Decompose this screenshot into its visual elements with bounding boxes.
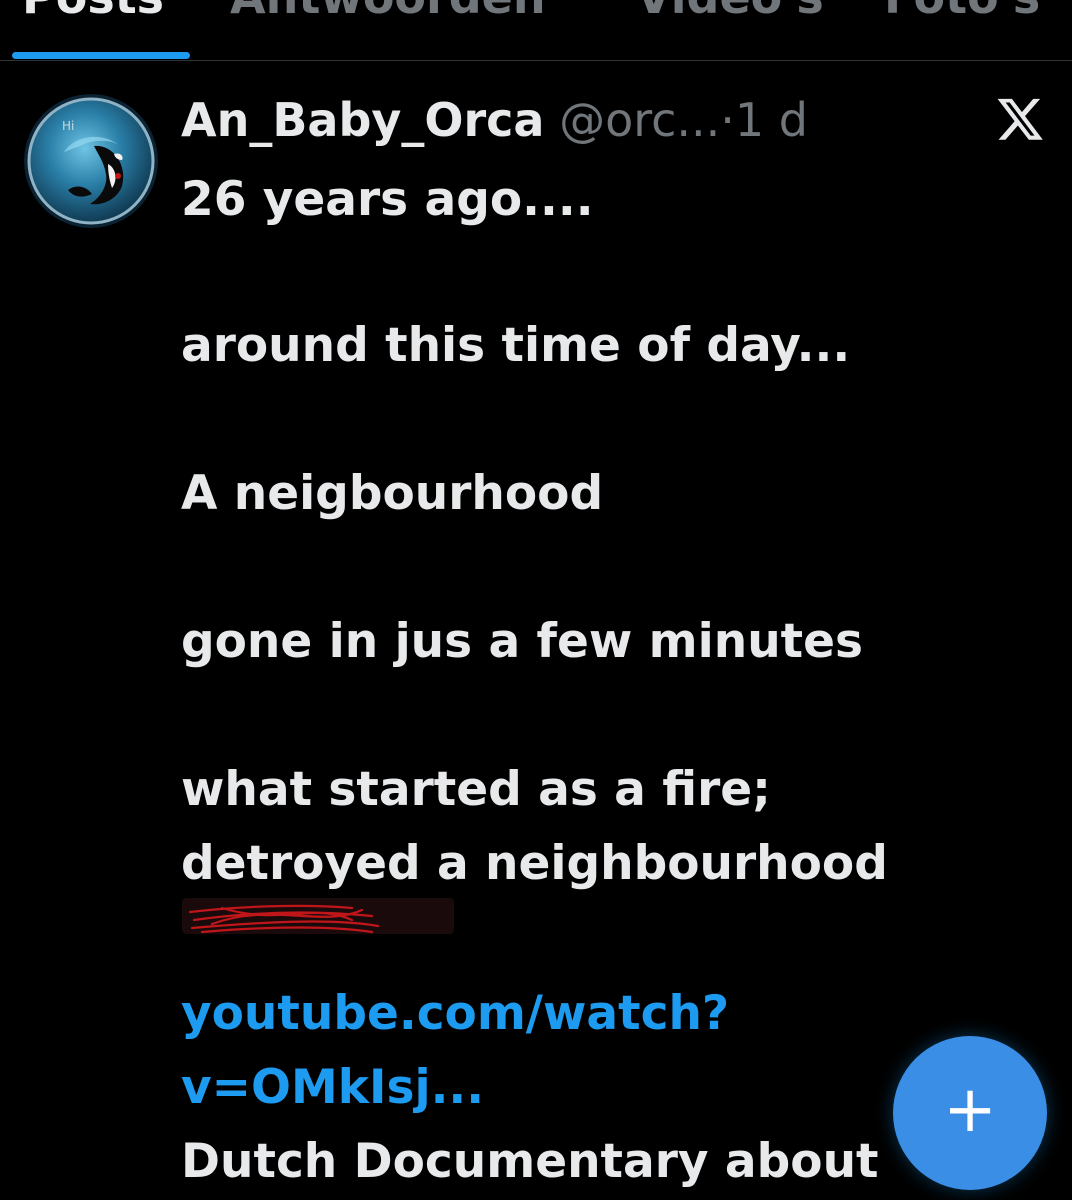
active-tab-indicator (12, 52, 190, 59)
post-timestamp[interactable]: 1 d (735, 93, 808, 147)
tab-videos[interactable]: Video's (636, 0, 824, 20)
x-logo-icon[interactable] (997, 96, 1043, 142)
post-header: An_Baby_Orca @orc...·1 d (181, 88, 808, 152)
tab-posts[interactable]: Posts (22, 0, 164, 20)
post-text-line: A neigbourhood (181, 466, 604, 521)
compose-post-button[interactable]: + (893, 1036, 1047, 1190)
post-text-line: Dutch Documentary about (181, 1134, 879, 1189)
tab-photos[interactable]: Foto's (884, 0, 1040, 20)
plus-icon: + (943, 1073, 997, 1147)
post-text-line: around this time of day... (181, 318, 851, 373)
profile-tab-bar: Posts Antwoorden Video's Foto's (0, 0, 1072, 61)
avatar-caption: Hi (62, 119, 74, 133)
post-text-line: what started as a fire; (181, 762, 771, 817)
avatar[interactable]: Hi (24, 94, 158, 228)
youtube-link[interactable]: youtube.com/watch? (181, 984, 729, 1044)
tab-replies[interactable]: Antwoorden (230, 0, 546, 20)
avatar-image: Hi (24, 94, 158, 228)
post-text-line: detroyed a neighbourhood (181, 836, 888, 891)
youtube-link-continued[interactable]: v=OMkIsj... (181, 1058, 484, 1118)
separator-dot: · (720, 93, 735, 147)
redaction-scribble (182, 898, 454, 934)
user-handle[interactable]: @orc... (559, 93, 720, 147)
display-name[interactable]: An_Baby_Orca (181, 93, 544, 147)
post-text-line: gone in jus a few minutes (181, 614, 863, 669)
post-text-line: 26 years ago.... (181, 172, 594, 227)
